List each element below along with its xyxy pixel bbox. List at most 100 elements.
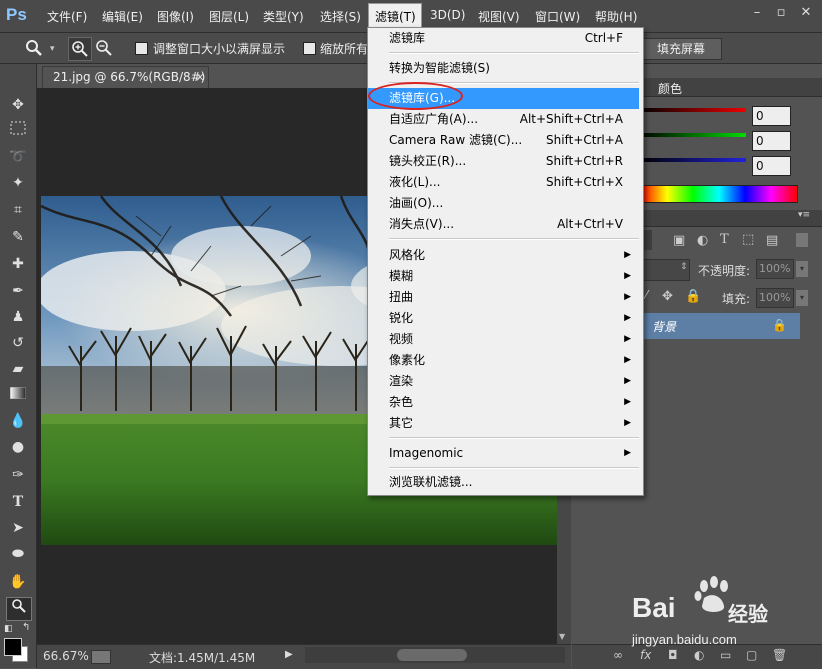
restore-button[interactable]: ▫ <box>772 4 790 22</box>
zoom-all-checkbox[interactable] <box>303 42 316 55</box>
blend-mode-chevron-icon: ⇕ <box>680 262 688 272</box>
dodge-tool-icon[interactable]: ● <box>6 436 30 458</box>
zoom-tool-icon[interactable] <box>6 597 32 621</box>
filter-adjustment-icon[interactable]: ◐ <box>697 233 708 248</box>
panel-menu-icon[interactable]: ▾≡ <box>798 210 810 220</box>
zoom-all-label: 缩放所有 <box>320 42 369 56</box>
blue-slider[interactable] <box>640 158 746 162</box>
menu-item-lens-correction[interactable]: 镜头校正(R)... Shift+Ctrl+R <box>368 151 639 172</box>
menu-help[interactable]: 帮助(H) <box>595 8 637 25</box>
blur-tool-icon[interactable]: 💧 <box>6 410 30 432</box>
green-value-input[interactable]: 0 <box>752 131 791 151</box>
swap-colors-icon[interactable]: ↰ <box>22 622 30 633</box>
filter-image-icon[interactable]: ▣ <box>673 233 685 248</box>
zoom-in-icon[interactable] <box>68 37 92 61</box>
ellipse-tool-icon[interactable]: ⬬ <box>6 543 30 565</box>
move-tool-icon[interactable]: ✥ <box>6 94 30 116</box>
menu-item-filter-gallery-last[interactable]: 滤镜库 Ctrl+F <box>368 28 639 49</box>
color-spectrum-bar[interactable] <box>640 185 798 203</box>
eyedropper-tool-icon[interactable]: ✎ <box>6 226 30 248</box>
document-tab-close-icon[interactable]: × <box>195 67 205 88</box>
green-slider[interactable] <box>640 133 746 137</box>
menu-item-noise[interactable]: 杂色 ▶ <box>368 392 639 413</box>
healing-brush-tool-icon[interactable]: ✚ <box>6 253 30 275</box>
menu-type[interactable]: 类型(Y) <box>263 8 304 25</box>
lock-brush-icon[interactable]: ⁄ <box>645 289 647 304</box>
clone-stamp-tool-icon[interactable]: ♟ <box>6 306 30 328</box>
fill-input[interactable]: 100% <box>756 288 794 308</box>
menu-item-distort[interactable]: 扭曲 ▶ <box>368 287 639 308</box>
lasso-tool-icon[interactable]: ➰ <box>6 146 30 168</box>
menu-select[interactable]: 选择(S) <box>320 8 361 25</box>
link-layers-icon[interactable]: ∞ <box>613 648 623 662</box>
menu-item-convert-smart-filter[interactable]: 转换为智能滤镜(S) <box>368 58 639 79</box>
eraser-tool-icon[interactable]: ▰ <box>6 358 30 380</box>
crop-tool-icon[interactable]: ⌗ <box>6 199 30 221</box>
lock-position-icon[interactable]: ✥ <box>662 289 673 304</box>
opacity-input[interactable]: 100% <box>756 259 794 279</box>
default-colors-icon[interactable]: ◧ <box>4 624 13 634</box>
menu-file[interactable]: 文件(F) <box>47 8 87 25</box>
horizontal-scroll-thumb[interactable] <box>397 649 467 661</box>
filter-type-icon[interactable]: T <box>720 232 729 247</box>
menu-item-pixelate[interactable]: 像素化 ▶ <box>368 350 639 371</box>
blue-value-input[interactable]: 0 <box>752 156 791 176</box>
menu-item-liquify[interactable]: 液化(L)... Shift+Ctrl+X <box>368 172 639 193</box>
foreground-color-swatch[interactable] <box>4 638 22 656</box>
menu-item-vanishing-point[interactable]: 消失点(V)... Alt+Ctrl+V <box>368 214 639 235</box>
filter-smart-object-icon[interactable]: ▤ <box>766 233 778 248</box>
fill-dropdown-icon[interactable]: ▾ <box>796 290 808 306</box>
quick-selection-tool-icon[interactable]: ✦ <box>6 172 30 194</box>
submenu-arrow-icon: ▶ <box>624 448 631 458</box>
menu-layer[interactable]: 图层(L) <box>209 8 249 25</box>
menu-item-video[interactable]: 视频 ▶ <box>368 329 639 350</box>
minimize-button[interactable]: – <box>748 4 766 22</box>
submenu-arrow-icon: ▶ <box>624 313 631 323</box>
marquee-tool-icon[interactable] <box>6 120 30 142</box>
menu-item-oil-paint[interactable]: 油画(O)... <box>368 193 639 214</box>
hand-tool-icon[interactable]: ✋ <box>6 571 30 593</box>
scroll-down-arrow-icon[interactable]: ▼ <box>559 632 565 641</box>
pen-tool-icon[interactable]: ✑ <box>6 464 30 486</box>
menu-item-other[interactable]: 其它 ▶ <box>368 413 639 434</box>
zoom-out-icon[interactable] <box>93 37 115 59</box>
zoom-level[interactable]: 66.67% <box>43 649 89 663</box>
menu-item-camera-raw[interactable]: Camera Raw 滤镜(C)... Shift+Ctrl+A <box>368 130 639 151</box>
filter-toggle-icon[interactable] <box>796 233 808 247</box>
resize-window-checkbox[interactable] <box>135 42 148 55</box>
menu-item-adaptive-wide-angle[interactable]: 自适应广角(A)... Alt+Shift+Ctrl+A <box>368 109 639 130</box>
close-button[interactable]: ✕ <box>797 4 815 22</box>
brush-tool-icon[interactable]: ✒ <box>6 280 30 302</box>
opacity-dropdown-icon[interactable]: ▾ <box>796 261 808 277</box>
menu-item-blur[interactable]: 模糊 ▶ <box>368 266 639 287</box>
path-selection-tool-icon[interactable]: ➤ <box>6 517 30 539</box>
menu-item-browse-online-filters[interactable]: 浏览联机滤镜... <box>368 472 639 493</box>
status-menu-arrow-icon[interactable]: ▶ <box>285 649 293 660</box>
layer-row-background[interactable]: 背景 🔒 <box>642 313 800 339</box>
zoom-tool-icon[interactable] <box>24 38 46 58</box>
color-panel-tab[interactable]: 颜色 <box>658 80 682 97</box>
menu-separator <box>389 467 639 469</box>
gradient-tool-icon[interactable] <box>6 384 30 406</box>
menu-item-sharpen[interactable]: 锐化 ▶ <box>368 308 639 329</box>
tool-preset-chevron-icon[interactable]: ▾ <box>50 44 55 54</box>
red-slider[interactable] <box>640 108 746 112</box>
layer-name: 背景 <box>652 320 677 334</box>
type-tool-icon[interactable]: T <box>6 491 30 513</box>
menu-item-stylize[interactable]: 风格化 ▶ <box>368 245 639 266</box>
menu-filter[interactable]: 滤镜(T) <box>375 8 416 25</box>
status-icon[interactable] <box>91 650 111 664</box>
lock-all-icon[interactable]: 🔒 <box>685 289 701 304</box>
menu-window[interactable]: 窗口(W) <box>535 8 580 25</box>
menu-edit[interactable]: 编辑(E) <box>102 8 143 25</box>
menu-image[interactable]: 图像(I) <box>157 8 194 25</box>
fill-screen-button[interactable]: 填充屏幕 <box>640 38 722 60</box>
red-value-input[interactable]: 0 <box>752 106 791 126</box>
menu-3d[interactable]: 3D(D) <box>430 8 465 22</box>
document-tab[interactable]: 21.jpg @ 66.7%(RGB/8#) × <box>42 66 209 88</box>
filter-shape-icon[interactable]: ⬚ <box>742 232 754 247</box>
menu-view[interactable]: 视图(V) <box>478 8 520 25</box>
menu-item-imagenomic[interactable]: Imagenomic ▶ <box>368 443 639 464</box>
menu-item-render[interactable]: 渲染 ▶ <box>368 371 639 392</box>
history-brush-tool-icon[interactable]: ↺ <box>6 332 30 354</box>
